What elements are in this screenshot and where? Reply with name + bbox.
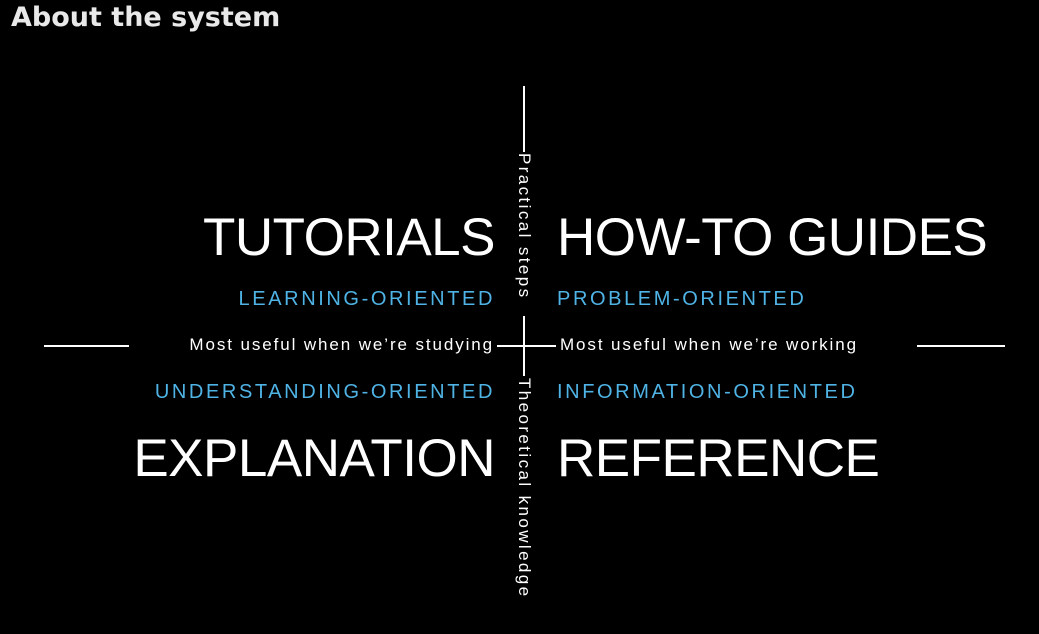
axis-label-theoretical-knowledge: Theoretical knowledge xyxy=(515,378,534,599)
axis-label-practical-steps: Practical steps xyxy=(515,153,534,300)
axis-label-working: Most useful when we’re working xyxy=(560,335,858,354)
quadrant-title-explanation: EXPLANATION xyxy=(133,429,495,488)
quadrant-orientation-information: INFORMATION-ORIENTED xyxy=(557,381,858,403)
quadrant-orientation-understanding: UNDERSTANDING-ORIENTED xyxy=(154,381,495,403)
quadrant-orientation-problem: PROBLEM-ORIENTED xyxy=(557,288,807,310)
axis-label-studying: Most useful when we’re studying xyxy=(189,335,494,354)
horizontal-axis-right-line xyxy=(917,345,1005,347)
quadrant-title-tutorials: TUTORIALS xyxy=(203,208,495,267)
vertical-axis-top-line xyxy=(523,86,525,152)
documentation-quadrant-diagram: Practical steps Theoretical knowledge Mo… xyxy=(0,0,1039,634)
quadrant-title-how-to-guides: HOW-TO GUIDES xyxy=(557,208,988,267)
horizontal-axis-left-line xyxy=(44,345,129,347)
quadrant-title-reference: REFERENCE xyxy=(557,429,880,488)
horizontal-axis-center-line xyxy=(497,345,556,347)
quadrant-orientation-learning: LEARNING-ORIENTED xyxy=(238,288,495,310)
